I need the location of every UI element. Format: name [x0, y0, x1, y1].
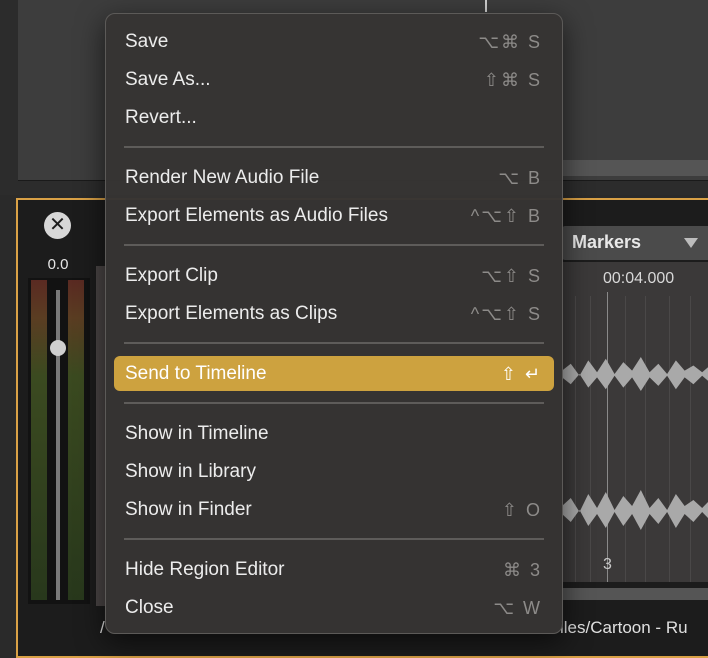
- menu-item-shortcut: ⌥⇧ S: [481, 266, 542, 286]
- markers-label: Markers: [572, 232, 642, 252]
- menu-item-shortcut: ⌥ W: [493, 598, 542, 618]
- menu-item-show-in-library[interactable]: Show in Library: [114, 454, 554, 489]
- menu-item-shortcut: ⇧ ↵: [500, 364, 542, 384]
- volume-fader-track[interactable]: [56, 290, 60, 600]
- menu-item-render-new-audio-file[interactable]: Render New Audio File ⌥ B: [114, 160, 554, 195]
- grid-line: [590, 296, 591, 582]
- grid-line: [645, 296, 646, 582]
- menu-item-label: Save As...: [125, 69, 211, 90]
- menu-item-show-in-timeline[interactable]: Show in Timeline: [114, 416, 554, 451]
- menu-item-hide-region-editor[interactable]: Hide Region Editor ⌘ 3: [114, 552, 554, 587]
- grid-line: [575, 296, 576, 582]
- menu-item-save[interactable]: Save ⌥⌘ S: [114, 24, 554, 59]
- menu-item-label: Show in Library: [125, 461, 256, 482]
- menu-item-export-elements-audio[interactable]: Export Elements as Audio Files ^⌥⇧ B: [114, 198, 554, 233]
- menu-separator: [124, 538, 544, 540]
- menu-item-export-elements-clips[interactable]: Export Elements as Clips ^⌥⇧ S: [114, 296, 554, 331]
- menu-separator: [124, 402, 544, 404]
- menu-item-label: Export Clip: [125, 265, 218, 286]
- menu-item-export-clip[interactable]: Export Clip ⌥⇧ S: [114, 258, 554, 293]
- menu-item-shortcut: ⌘ 3: [502, 560, 542, 580]
- markers-dropdown[interactable]: Markers: [562, 226, 708, 260]
- menu-item-label: Show in Timeline: [125, 423, 269, 444]
- menu-item-label: Export Elements as Clips: [125, 303, 338, 324]
- menu-item-label: Render New Audio File: [125, 167, 320, 188]
- grid-line: [690, 296, 691, 582]
- menu-separator: [124, 342, 544, 344]
- menu-item-label: Hide Region Editor: [125, 559, 285, 580]
- menu-item-close[interactable]: Close ⌥ W: [114, 590, 554, 625]
- menu-item-label: Send to Timeline: [125, 363, 267, 384]
- time-marker-line: [607, 292, 608, 582]
- menu-separator: [124, 244, 544, 246]
- close-editor-button[interactable]: ✕: [44, 212, 71, 239]
- menu-item-shortcut: ⌥ B: [498, 168, 542, 188]
- timecode-label: 00:04.000: [603, 270, 675, 287]
- upper-scrollbar[interactable]: [562, 160, 708, 176]
- context-menu: Save ⌥⌘ S Save As... ⇧⌘ S Revert... Rend…: [105, 13, 563, 634]
- file-path-label: iles/Cartoon - Ru: [560, 618, 688, 637]
- menu-item-show-in-finder[interactable]: Show in Finder ⇧ O: [114, 492, 554, 527]
- waveform-area[interactable]: [562, 262, 708, 582]
- level-meter-left: [31, 280, 47, 600]
- menu-item-label: Save: [125, 31, 169, 52]
- marker-number-label: 3: [603, 556, 612, 573]
- chevron-down-icon: [684, 238, 698, 248]
- menu-item-shortcut: ⇧ O: [501, 500, 542, 520]
- horizontal-scrollbar[interactable]: [562, 588, 708, 600]
- menu-item-label: Export Elements as Audio Files: [125, 205, 388, 226]
- menu-item-label: Revert...: [125, 107, 197, 128]
- menu-item-save-as[interactable]: Save As... ⇧⌘ S: [114, 62, 554, 97]
- level-readout: 0.0: [47, 256, 69, 273]
- menu-item-send-to-timeline[interactable]: Send to Timeline ⇧ ↵: [114, 356, 554, 391]
- grid-line: [625, 296, 626, 582]
- volume-fader-knob[interactable]: [50, 340, 66, 356]
- menu-item-label: Show in Finder: [125, 499, 252, 520]
- grid-line: [669, 296, 670, 582]
- menu-item-shortcut: ⇧⌘ S: [483, 70, 542, 90]
- menu-item-shortcut: ^⌥⇧ B: [470, 206, 542, 226]
- menu-item-revert[interactable]: Revert...: [114, 100, 554, 135]
- menu-separator: [124, 146, 544, 148]
- menu-item-shortcut: ^⌥⇧ S: [470, 304, 542, 324]
- menu-item-shortcut: ⌥⌘ S: [478, 32, 542, 52]
- menu-item-label: Close: [125, 597, 174, 618]
- playhead-cursor[interactable]: [485, 0, 487, 12]
- level-meter-right: [68, 280, 84, 600]
